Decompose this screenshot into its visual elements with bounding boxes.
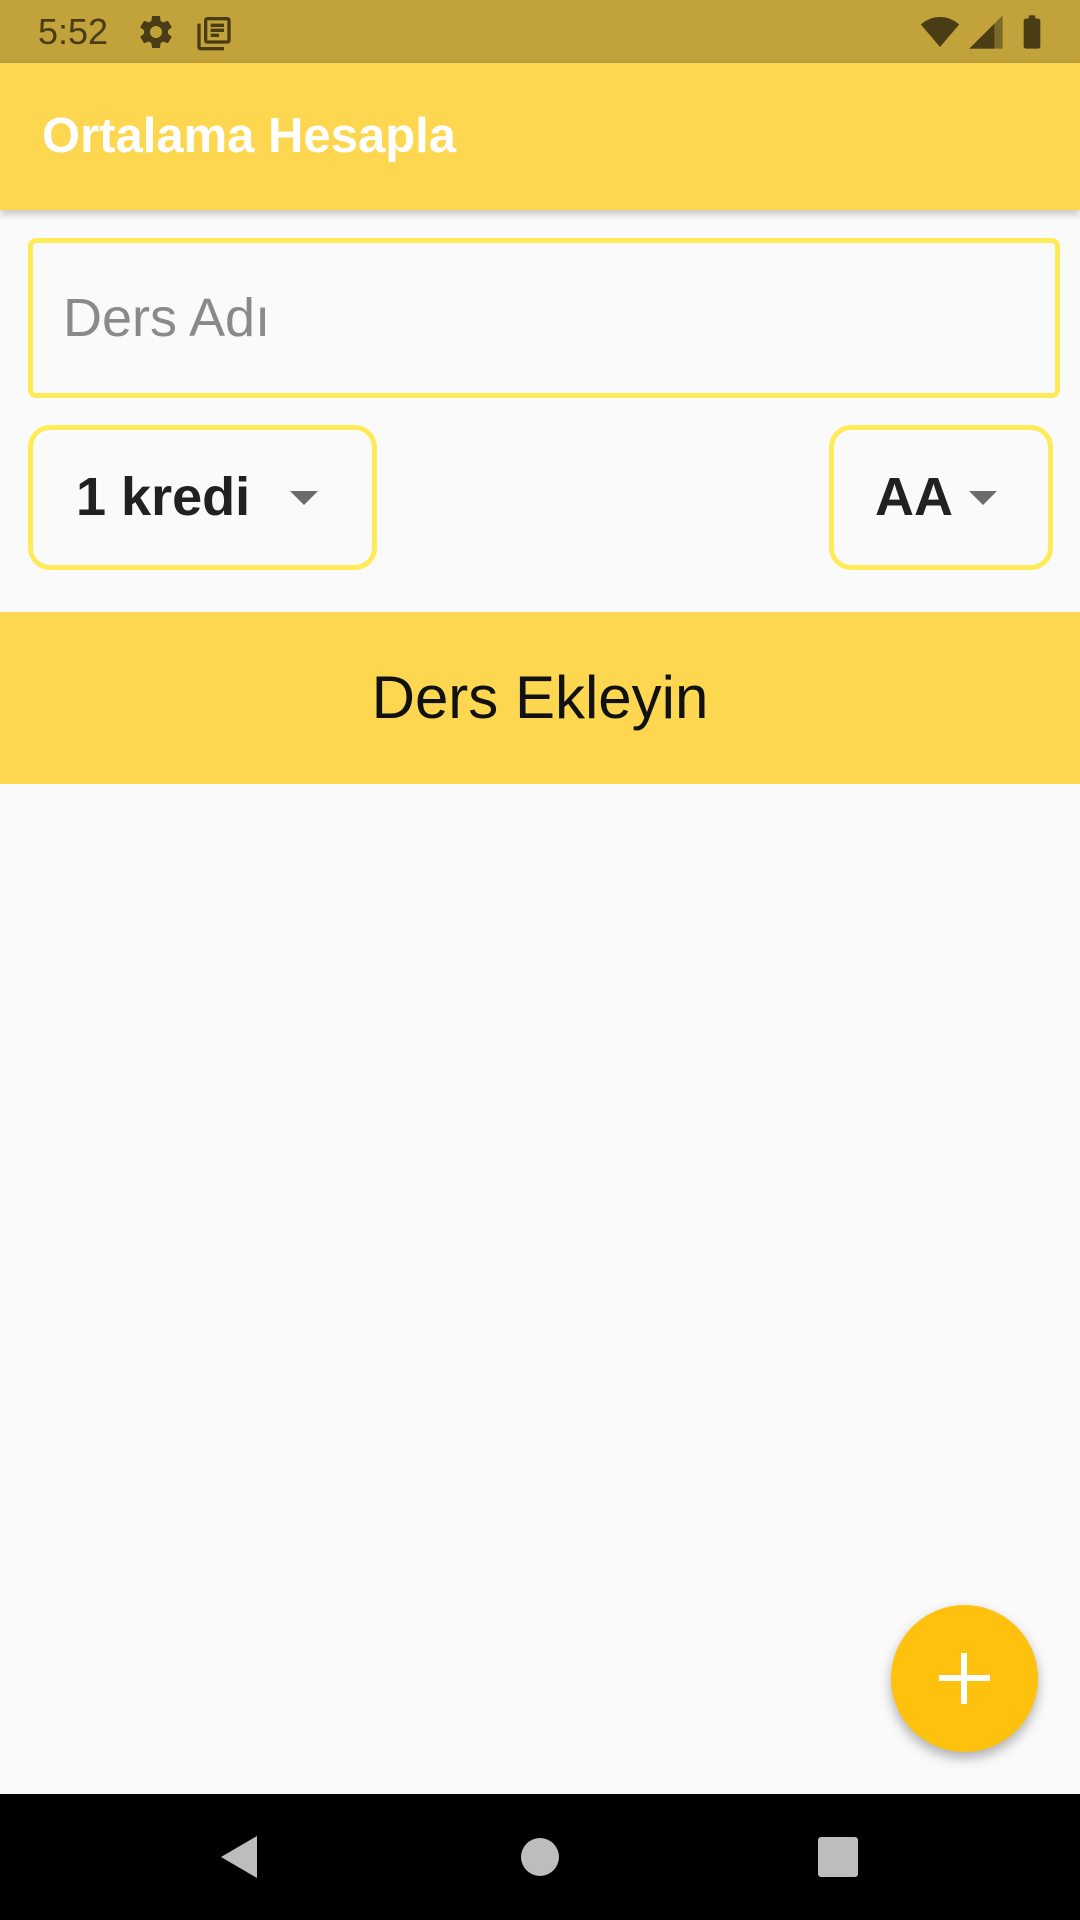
page-title: Ortalama Hesapla: [42, 109, 456, 163]
app-bar: Ortalama Hesapla: [0, 63, 1080, 210]
back-icon[interactable]: [205, 1822, 275, 1892]
wifi-icon: [920, 17, 960, 47]
credit-selected-value: 1 kredi: [76, 467, 251, 527]
news-icon: [197, 17, 231, 51]
chevron-down-icon: [290, 491, 318, 505]
battery-icon: [1023, 15, 1041, 49]
status-time: 5:52: [38, 11, 109, 52]
home-icon[interactable]: [505, 1822, 575, 1892]
add-course-banner: Ders Ekleyin: [0, 612, 1080, 784]
settings-icon: [140, 15, 172, 48]
recents-icon[interactable]: [803, 1822, 873, 1892]
status-bar: 5:52: [0, 0, 1080, 63]
credit-dropdown[interactable]: 1 kredi: [28, 425, 377, 570]
chevron-down-icon: [969, 491, 997, 505]
grade-dropdown[interactable]: AA: [829, 425, 1053, 570]
add-course-label: Ders Ekleyin: [371, 664, 709, 731]
course-name-field[interactable]: [28, 238, 1060, 398]
grade-selected-value: AA: [875, 467, 953, 527]
add-course-button[interactable]: [891, 1605, 1038, 1752]
course-name-input[interactable]: [33, 243, 1055, 393]
add-icon-stroke: [961, 1653, 967, 1704]
system-nav-bar: [0, 1794, 1080, 1920]
cell-signal-icon: [969, 15, 1003, 49]
